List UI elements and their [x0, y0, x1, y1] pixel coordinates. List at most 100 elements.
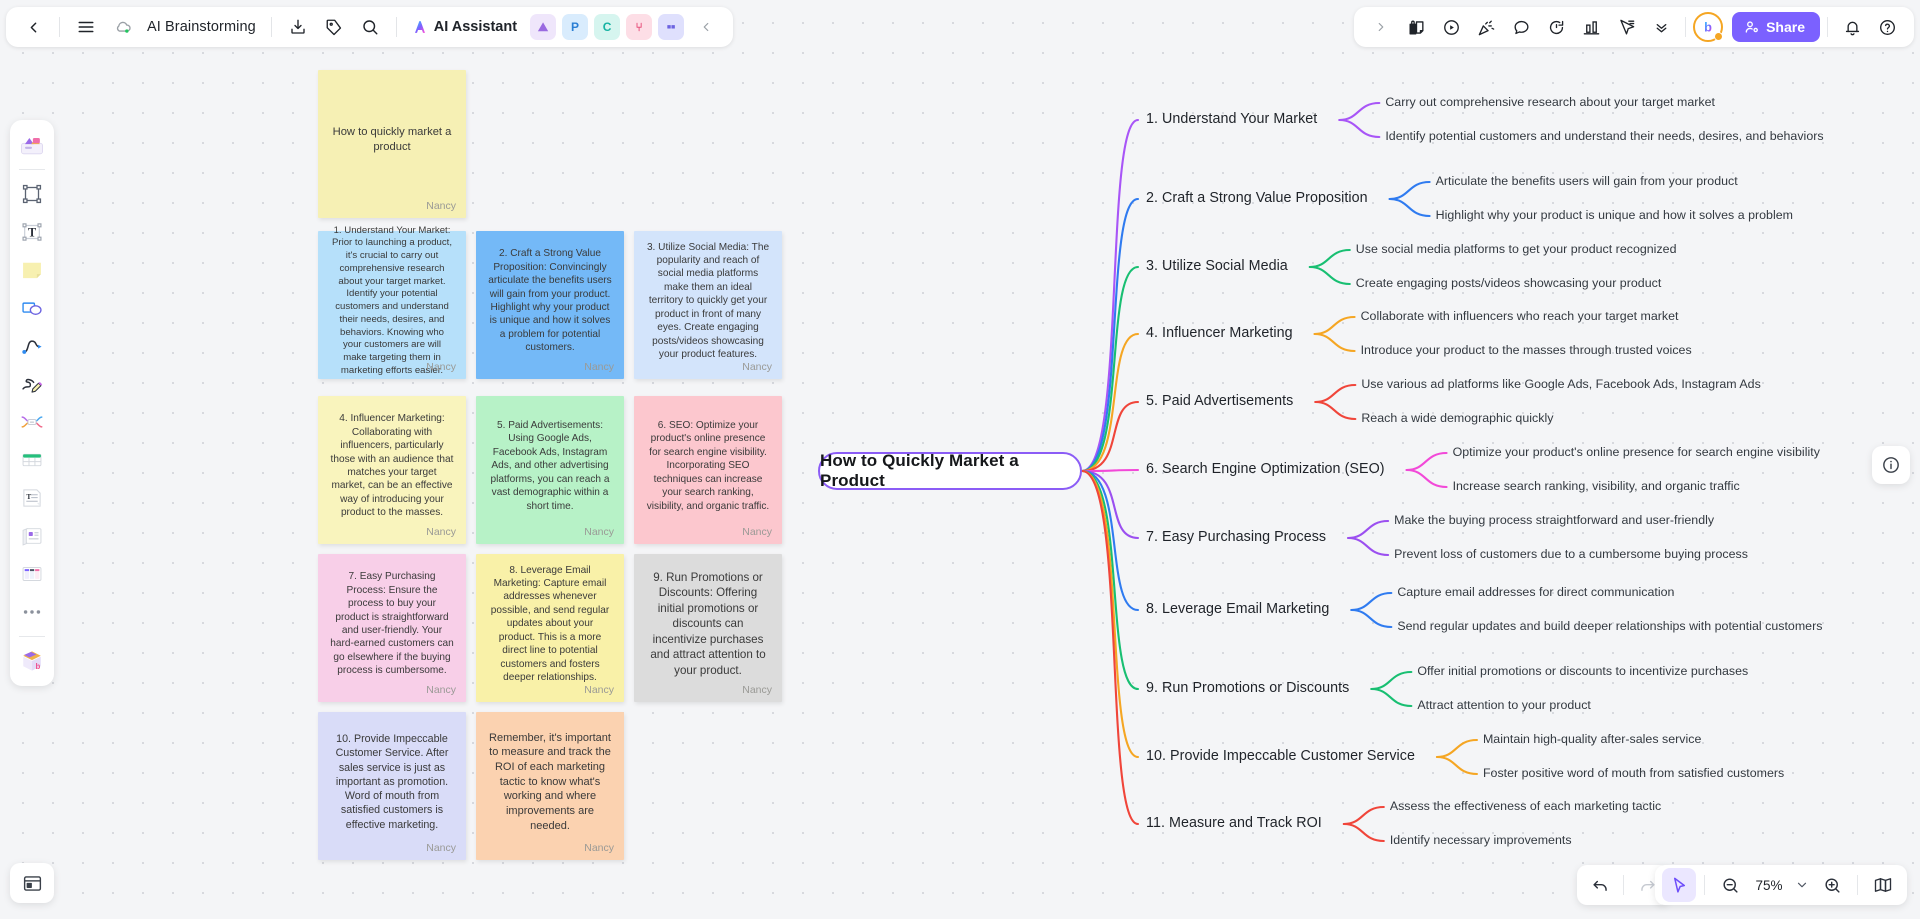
document-tool[interactable]: T: [14, 480, 50, 516]
share-button[interactable]: Share: [1732, 12, 1820, 42]
mindmap-topic[interactable]: 9. Run Promotions or Discounts: [1146, 680, 1349, 696]
templates-tool[interactable]: [14, 127, 50, 163]
sticky-note[interactable]: 5. Paid Advertisements: Using Google Ads…: [476, 396, 624, 544]
sticky-note-author: Nancy: [584, 361, 614, 373]
mindmap-leaf[interactable]: Identify potential customers and underst…: [1385, 128, 1823, 146]
shapes-tool[interactable]: [14, 290, 50, 326]
mindmap-leaf[interactable]: Foster positive word of mouth from satis…: [1483, 765, 1784, 783]
mindmap-icon[interactable]: C: [594, 14, 621, 40]
mindmap-topic[interactable]: 2. Craft a Strong Value Proposition: [1146, 190, 1368, 206]
mindmap-leaf[interactable]: Use various ad platforms like Google Ads…: [1361, 376, 1760, 394]
collapse-toolbar-button[interactable]: [689, 10, 723, 44]
sticky-note[interactable]: 4. Influencer Marketing: Collaborating w…: [318, 396, 466, 544]
more-tools[interactable]: [14, 594, 50, 630]
sticky-note[interactable]: 3. Utilize Social Media: The popularity …: [634, 231, 782, 379]
mindmap-leaf[interactable]: Assess the effectiveness of each marketi…: [1390, 798, 1661, 816]
mindmap-topic[interactable]: 3. Utilize Social Media: [1146, 258, 1288, 274]
expand-toolbar-button[interactable]: [1364, 10, 1398, 44]
sticky-note[interactable]: 1. Understand Your Market: Prior to laun…: [318, 225, 466, 379]
back-button[interactable]: [16, 10, 50, 44]
mindmap-topic[interactable]: 7. Easy Purchasing Process: [1146, 529, 1326, 545]
mindmap-leaf[interactable]: Send regular updates and build deeper re…: [1397, 618, 1822, 636]
mindmap-leaf[interactable]: Highlight why your product is unique and…: [1436, 207, 1793, 225]
sticky-note[interactable]: How to quickly market a product Nancy: [318, 70, 466, 218]
pen-tool[interactable]: [14, 366, 50, 402]
mindmap-topic[interactable]: 11. Measure and Track ROI: [1146, 815, 1322, 831]
frame-tool[interactable]: [14, 176, 50, 212]
cursor-select-tool[interactable]: [1662, 868, 1696, 902]
hamburger-menu-icon[interactable]: [69, 10, 103, 44]
document-title[interactable]: AI Brainstorming: [141, 19, 262, 35]
cursor-pointer-list-icon[interactable]: [1609, 10, 1643, 44]
mindmap-leaf[interactable]: Carry out comprehensive research about y…: [1385, 94, 1715, 112]
play-circle-icon[interactable]: [1434, 10, 1468, 44]
timer-icon[interactable]: [1539, 10, 1573, 44]
mindmap-leaf[interactable]: Capture email addresses for direct commu…: [1397, 584, 1674, 602]
sticky-note[interactable]: 9. Run Promotions or Discounts: Offering…: [634, 554, 782, 702]
sticky-note[interactable]: Remember, it's important to measure and …: [476, 712, 624, 860]
mindmap-leaf[interactable]: Use social media platforms to get your p…: [1356, 241, 1677, 259]
undo-button[interactable]: [1583, 868, 1617, 902]
search-icon[interactable]: [353, 10, 387, 44]
mindmap-leaf[interactable]: Create engaging posts/videos showcasing …: [1356, 275, 1661, 293]
sticky-note[interactable]: 7. Easy Purchasing Process: Ensure the p…: [318, 554, 466, 702]
mindmap-branch-connector: [1080, 469, 1140, 540]
ai-assistant-button[interactable]: AI Assistant: [406, 10, 525, 44]
whiteboard-canvas[interactable]: How to quickly market a product Nancy 1. U…: [0, 0, 1920, 919]
mindmap-leaf[interactable]: Articulate the benefits users will gain …: [1436, 173, 1738, 191]
sticky-note-tool[interactable]: [14, 252, 50, 288]
zoom-in-button[interactable]: [1815, 868, 1849, 902]
chart-icon[interactable]: [1574, 10, 1608, 44]
zoom-dropdown-button[interactable]: [1791, 868, 1813, 902]
chat-icon[interactable]: ■■: [658, 14, 685, 40]
mindmap-leaf[interactable]: Reach a wide demographic quickly: [1361, 410, 1553, 428]
sticky-note[interactable]: 6. SEO: Optimize your product's online p…: [634, 396, 782, 544]
mindmap-leaf-connector: [1313, 332, 1356, 353]
zoom-level-label[interactable]: 75%: [1749, 878, 1789, 893]
download-icon[interactable]: [281, 10, 315, 44]
mindmap-leaf[interactable]: Identify necessary improvements: [1390, 832, 1572, 850]
sticky-note[interactable]: 8. Leverage Email Marketing: Capture ema…: [476, 554, 624, 702]
mindmap-leaf[interactable]: Maintain high-quality after-sales servic…: [1483, 731, 1701, 749]
zoom-out-button[interactable]: [1713, 868, 1747, 902]
sticky-note[interactable]: 10. Provide Impeccable Customer Service.…: [318, 712, 466, 860]
mindmap-topic[interactable]: 5. Paid Advertisements: [1146, 393, 1293, 409]
flowchart-icon[interactable]: ⑂: [626, 14, 653, 40]
sticky-note[interactable]: 2. Craft a Strong Value Proposition: Con…: [476, 231, 624, 379]
mindmap-leaf[interactable]: Make the buying process straightforward …: [1394, 512, 1714, 530]
mindmap-topic[interactable]: 6. Search Engine Optimization (SEO): [1146, 461, 1385, 477]
mindmap-topic[interactable]: 8. Leverage Email Marketing: [1146, 601, 1329, 617]
mindmap-leaf[interactable]: Attract attention to your product: [1417, 697, 1591, 715]
kanban-tool[interactable]: [14, 556, 50, 592]
minimap-button[interactable]: [1866, 868, 1900, 902]
mindmap-leaf[interactable]: Increase search ranking, visibility, and…: [1453, 478, 1740, 496]
presentation-mode-button[interactable]: [10, 863, 54, 903]
tag-icon[interactable]: [317, 10, 351, 44]
chevron-double-down-icon[interactable]: [1644, 10, 1678, 44]
help-circle-icon[interactable]: [1870, 10, 1904, 44]
connector-tool[interactable]: [14, 328, 50, 364]
mindmap-root-node[interactable]: How to Quickly Market a Product: [818, 451, 1082, 490]
table-tool[interactable]: [14, 442, 50, 478]
user-avatar[interactable]: b: [1693, 12, 1724, 42]
mindmap-branch-connector: [1080, 469, 1140, 691]
ai-toolbox[interactable]: b: [14, 643, 50, 679]
mindmap-leaf[interactable]: Prevent loss of customers due to a cumbe…: [1394, 546, 1748, 564]
image-generator-icon[interactable]: ⛰: [530, 14, 557, 40]
mindmap-leaf[interactable]: Collaborate with influencers who reach y…: [1361, 308, 1679, 326]
notification-bell-icon[interactable]: [1835, 10, 1869, 44]
card-tool[interactable]: [14, 518, 50, 554]
comment-bubble-icon[interactable]: [1504, 10, 1538, 44]
mindmap-topic[interactable]: 4. Influencer Marketing: [1146, 325, 1293, 341]
mindmap-topic[interactable]: 10. Provide Impeccable Customer Service: [1146, 748, 1415, 764]
mindmap-leaf[interactable]: Introduce your product to the masses thr…: [1361, 342, 1692, 360]
mindmap-leaf[interactable]: Offer initial promotions or discounts to…: [1417, 663, 1748, 681]
mindmap-topic[interactable]: 1. Understand Your Market: [1146, 111, 1317, 127]
presentation-icon[interactable]: P: [562, 14, 589, 40]
mindmap-tool[interactable]: [14, 404, 50, 440]
sticky-template-icon[interactable]: [1399, 10, 1433, 44]
celebrate-icon[interactable]: [1469, 10, 1503, 44]
text-tool[interactable]: T: [14, 214, 50, 250]
info-circle-icon[interactable]: [1872, 446, 1910, 484]
mindmap-leaf[interactable]: Optimize your product's online presence …: [1453, 444, 1820, 462]
